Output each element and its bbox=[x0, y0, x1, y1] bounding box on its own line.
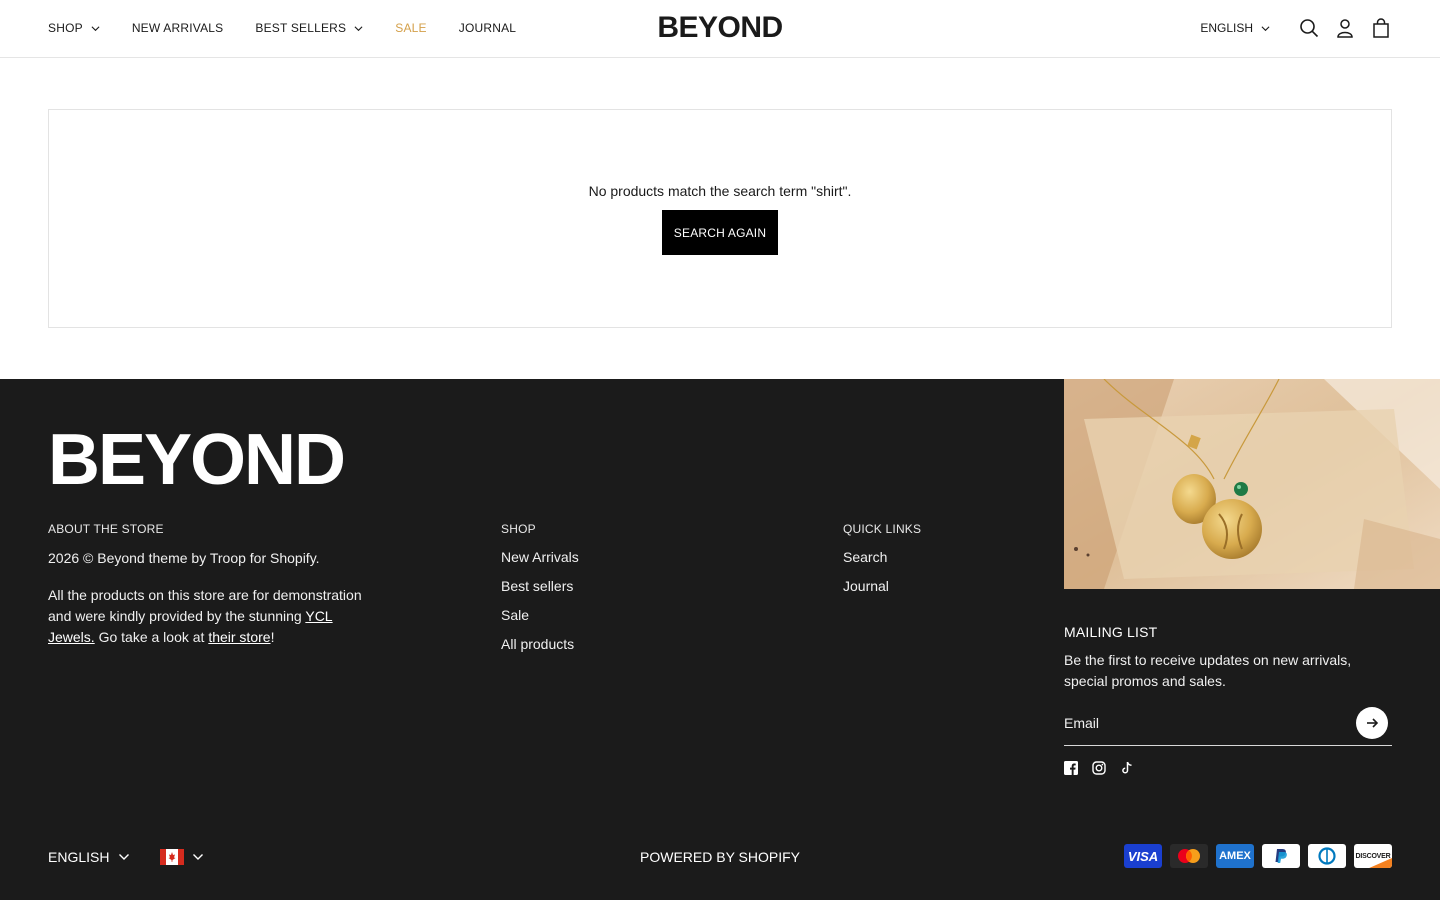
mailing-heading: MAILING LIST bbox=[1064, 624, 1158, 640]
email-input[interactable] bbox=[1064, 710, 1344, 736]
nav-shop[interactable]: SHOP bbox=[48, 21, 100, 35]
shop-heading: SHOP bbox=[501, 522, 536, 536]
header-actions: ENGLISH bbox=[1200, 0, 1392, 56]
chevron-down-icon bbox=[91, 25, 100, 31]
instagram-icon[interactable] bbox=[1092, 761, 1108, 777]
mailing-description: Be the first to receive updates on new a… bbox=[1064, 652, 1352, 689]
nav-journal-label: JOURNAL bbox=[458, 21, 517, 35]
nav-best-sellers[interactable]: BEST SELLERS bbox=[255, 21, 363, 35]
amex-icon: AMEX bbox=[1216, 844, 1254, 868]
footer-logo[interactable]: BEYOND bbox=[48, 424, 346, 496]
facebook-icon[interactable] bbox=[1064, 761, 1080, 777]
main-nav: SHOP NEW ARRIVALS BEST SELLERS SALE JOUR… bbox=[48, 0, 548, 56]
nav-shop-label: SHOP bbox=[48, 21, 83, 35]
chevron-down-icon bbox=[354, 25, 363, 31]
cart-icon[interactable] bbox=[1370, 17, 1392, 39]
visa-text: VISA bbox=[1127, 848, 1159, 864]
language-label: ENGLISH bbox=[1200, 21, 1253, 35]
discover-stripe bbox=[1369, 858, 1392, 868]
email-submit-button[interactable] bbox=[1356, 707, 1388, 739]
nav-sale[interactable]: SALE bbox=[395, 21, 427, 35]
footer-link-journal[interactable]: Journal bbox=[843, 578, 889, 594]
necklace-image bbox=[1064, 379, 1440, 589]
discover-icon: DISCOVER bbox=[1354, 844, 1392, 868]
canada-flag-icon bbox=[160, 849, 184, 865]
search-results-box: No products match the search term "shirt… bbox=[48, 109, 1392, 328]
copyright-text: 2026 © Beyond theme by Troop for Shopify… bbox=[48, 550, 320, 566]
footer-link-sale[interactable]: Sale bbox=[501, 607, 529, 623]
footer-link-best-sellers[interactable]: Best sellers bbox=[501, 578, 573, 594]
about-description: All the products on this store are for d… bbox=[48, 585, 368, 648]
nav-sale-label: SALE bbox=[395, 21, 427, 35]
site-logo[interactable]: BEYOND bbox=[652, 12, 788, 44]
site-header: SHOP NEW ARRIVALS BEST SELLERS SALE JOUR… bbox=[0, 0, 1440, 58]
email-field bbox=[1064, 706, 1392, 746]
site-footer: BEYOND ABOUT THE STORE 2026 © Beyond the… bbox=[0, 379, 1440, 900]
chevron-down-icon bbox=[1261, 25, 1270, 31]
diners-club-icon bbox=[1308, 844, 1346, 868]
about-text-part: ! bbox=[270, 629, 275, 645]
paypal-icon bbox=[1262, 844, 1300, 868]
mastercard-icon bbox=[1170, 844, 1208, 868]
powered-by-shopify[interactable]: POWERED BY SHOPIFY bbox=[560, 849, 880, 865]
footer-link-search[interactable]: Search bbox=[843, 549, 887, 565]
about-heading: ABOUT THE STORE bbox=[48, 522, 164, 536]
footer-link-all-products[interactable]: All products bbox=[501, 636, 574, 652]
about-text-part: Go take a look at bbox=[94, 629, 209, 645]
discover-text: DISCOVER bbox=[1355, 852, 1391, 860]
footer-language-label: ENGLISH bbox=[48, 849, 110, 865]
nav-new-arrivals[interactable]: NEW ARRIVALS bbox=[132, 21, 224, 35]
account-icon[interactable] bbox=[1334, 17, 1356, 39]
their-store-link[interactable]: their store bbox=[208, 629, 270, 645]
no-results-message: No products match the search term "shirt… bbox=[588, 183, 852, 199]
nav-new-arrivals-label: NEW ARRIVALS bbox=[131, 21, 224, 35]
language-selector[interactable]: ENGLISH bbox=[1200, 21, 1270, 35]
footer-link-new-arrivals[interactable]: New Arrivals bbox=[501, 549, 579, 565]
chevron-down-icon bbox=[193, 854, 203, 860]
tiktok-icon[interactable] bbox=[1120, 761, 1136, 777]
search-icon[interactable] bbox=[1298, 17, 1320, 39]
arrow-right-icon bbox=[1367, 718, 1379, 728]
search-again-button[interactable]: SEARCH AGAIN bbox=[662, 210, 778, 255]
chevron-down-icon bbox=[119, 854, 130, 860]
payment-icons: VISA AMEX DISCOVER bbox=[1116, 844, 1392, 868]
quick-links-heading: QUICK LINKS bbox=[843, 522, 922, 536]
country-selector[interactable] bbox=[160, 849, 204, 865]
amex-text: AMEX bbox=[1219, 849, 1251, 862]
visa-icon: VISA bbox=[1124, 844, 1162, 868]
nav-best-sellers-label: BEST SELLERS bbox=[255, 21, 347, 35]
footer-language-selector[interactable]: ENGLISH bbox=[48, 849, 130, 865]
nav-journal[interactable]: JOURNAL bbox=[459, 21, 516, 35]
